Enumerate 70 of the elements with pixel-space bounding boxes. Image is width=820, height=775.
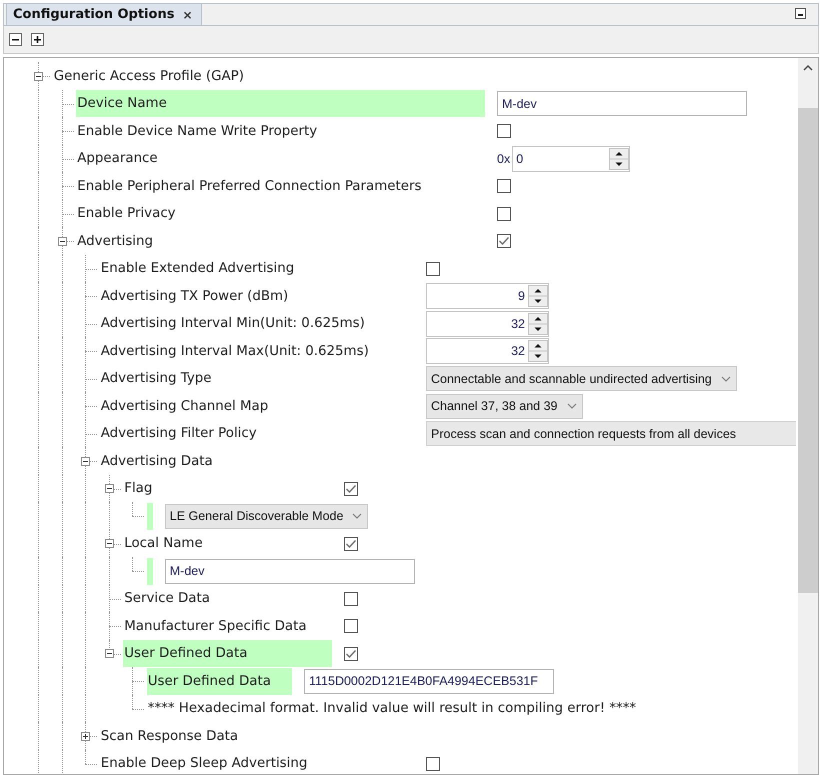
hex-prefix: 0x: [497, 152, 510, 166]
chevron-down-icon: [352, 513, 362, 520]
checkbox[interactable]: [344, 592, 358, 606]
number-spinner[interactable]: 32: [426, 310, 549, 337]
number-spinner[interactable]: 0: [512, 146, 630, 172]
text-field[interactable]: M-dev: [164, 558, 415, 584]
tree-node-label[interactable]: User Defined Data: [123, 640, 332, 668]
spin-buttons[interactable]: [528, 285, 548, 308]
tree-node-label[interactable]: Enable Extended Advertising: [100, 255, 414, 282]
text-field[interactable]: 1115D0002D121E4B0FA4994ECEB531F: [304, 668, 554, 694]
checkbox[interactable]: [344, 619, 358, 634]
expand-icon[interactable]: [81, 732, 90, 741]
chevron-down-icon: [566, 403, 576, 410]
tree-node-label[interactable]: Enable Peripheral Preferred Connection Parameters: [76, 172, 485, 200]
dropdown[interactable]: Connectable and scannable undirected advertising: [426, 366, 737, 392]
checkbox[interactable]: [426, 756, 440, 771]
checkbox[interactable]: [497, 206, 511, 221]
spin-buttons[interactable]: [528, 312, 548, 335]
minimize-icon[interactable]: [795, 8, 806, 19]
number-spinner[interactable]: 32: [426, 338, 549, 364]
tree-node-label[interactable]: Enable Privacy: [76, 200, 485, 228]
tree-node-label[interactable]: Local Name: [123, 530, 332, 558]
scrollbar[interactable]: [798, 58, 818, 774]
tree-node-label[interactable]: Enable Deep Sleep Advertising: [100, 750, 414, 774]
chevron-down-icon: [720, 376, 731, 382]
tree-node-label[interactable]: Service Data: [123, 585, 332, 612]
collapse-all-icon[interactable]: [9, 33, 22, 46]
tree-node-label[interactable]: Generic Access Profile (GAP): [52, 62, 244, 90]
readonly-field: Process scan and connection requests from all devices: [426, 421, 796, 446]
tree-node-label[interactable]: Advertising Interval Max(Unit: 0.625ms): [100, 338, 414, 365]
tree-node-label[interactable]: Advertising Filter Policy: [100, 420, 414, 448]
checkbox[interactable]: [344, 536, 358, 551]
expand-all-icon[interactable]: [31, 33, 44, 46]
tree-node-label[interactable]: **** Hexadecimal format. Invalid value will result in compiling error! ****: [146, 695, 636, 722]
tree-node-label[interactable]: Advertising Interval Min(Unit: 0.625ms): [100, 310, 414, 338]
checkbox[interactable]: [497, 234, 511, 248]
checkbox[interactable]: [344, 646, 358, 661]
tree-node-label[interactable]: Appearance: [76, 145, 485, 172]
tree-node-label[interactable]: Advertising: [76, 228, 485, 255]
collapse-icon[interactable]: [81, 456, 90, 466]
checkbox[interactable]: [344, 482, 358, 496]
tree-node-label[interactable]: Flag: [123, 475, 332, 502]
spin-buttons[interactable]: [609, 148, 630, 170]
tree-node-label[interactable]: Enable Device Name Write Property: [76, 118, 485, 145]
checkbox[interactable]: [426, 262, 440, 276]
spin-buttons[interactable]: [528, 340, 548, 362]
text-field[interactable]: M-dev: [497, 91, 747, 116]
tree-node-label[interactable]: Advertising Data: [100, 448, 213, 475]
collapse-icon[interactable]: [104, 649, 114, 658]
collapse-icon[interactable]: [58, 236, 67, 246]
tree-node-label[interactable]: Manufacturer Specific Data: [123, 612, 332, 640]
tree-node-label[interactable]: Advertising Type: [100, 365, 414, 392]
scrollbar-thumb[interactable]: [798, 108, 818, 593]
checkbox[interactable]: [497, 179, 511, 194]
tree-node-label[interactable]: Advertising Channel Map: [100, 392, 414, 420]
number-spinner[interactable]: 9: [426, 283, 549, 310]
tab[interactable]: Configuration Options ×: [6, 3, 202, 25]
tree-node-label[interactable]: Scan Response Data: [100, 722, 238, 750]
tab-title[interactable]: Configuration Options: [13, 7, 174, 22]
close-tab-button[interactable]: ×: [182, 8, 193, 22]
tree-node-label[interactable]: Advertising TX Power (dBm): [100, 282, 414, 310]
collapse-icon[interactable]: [104, 484, 114, 494]
tree-node-label[interactable]: Device Name: [76, 90, 485, 118]
dropdown[interactable]: LE General Discoverable Mode: [164, 504, 368, 529]
collapse-icon[interactable]: [34, 72, 44, 81]
dropdown[interactable]: Channel 37, 38 and 39: [426, 394, 582, 419]
checkbox[interactable]: [497, 124, 511, 138]
collapse-icon[interactable]: [104, 539, 114, 548]
tree-node-label[interactable]: User Defined Data: [146, 668, 292, 695]
scroll-up-icon[interactable]: [803, 65, 813, 71]
